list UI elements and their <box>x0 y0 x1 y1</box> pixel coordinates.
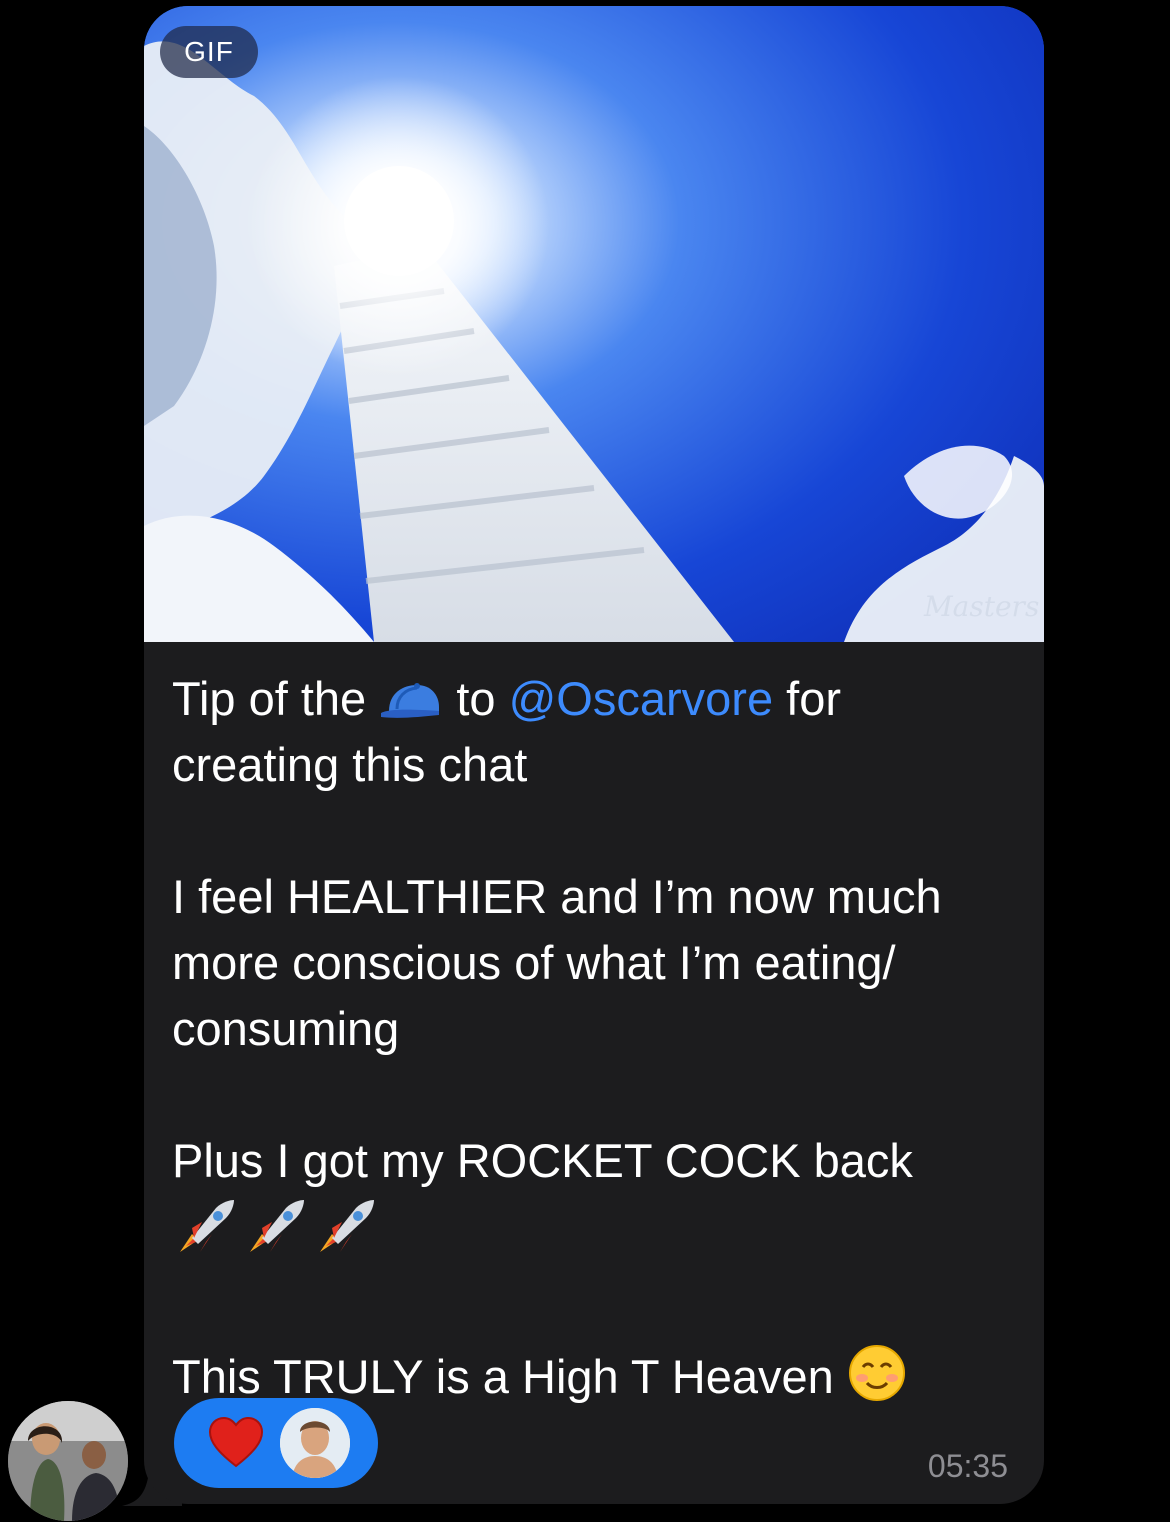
heaven-stairs-image: Masters <box>144 6 1044 642</box>
gif-watermark: Masters <box>923 590 1039 623</box>
gif-badge: GIF <box>160 26 258 78</box>
cap-emoji-icon <box>381 683 440 718</box>
mention-link[interactable]: @Oscarvore <box>509 672 774 725</box>
message-paragraph-3: Plus I got my ROCKET COCK back <box>172 1128 1022 1277</box>
message-paragraph-2: I feel HEALTHIER and I’m now much more c… <box>172 870 942 1055</box>
message-timestamp: 05:35 <box>927 1448 1008 1484</box>
message-text: Tip of the to @Oscarvore for creating th… <box>172 666 1022 1410</box>
rocket-emojis <box>172 1194 382 1277</box>
gif-attachment[interactable]: Masters GIF <box>144 6 1044 642</box>
rocket-icon <box>180 1200 374 1252</box>
heart-icon <box>208 1416 264 1468</box>
sender-avatar[interactable] <box>8 1401 128 1521</box>
reaction-pill[interactable] <box>174 1398 378 1488</box>
reactor-avatar <box>280 1408 350 1478</box>
message-paragraph-1: Tip of the to @Oscarvore for creating th… <box>172 672 842 791</box>
smiling-face-icon <box>848 1345 905 1401</box>
message-bubble[interactable]: Masters GIF Tip of the to @Oscarvore for… <box>144 6 1044 1504</box>
